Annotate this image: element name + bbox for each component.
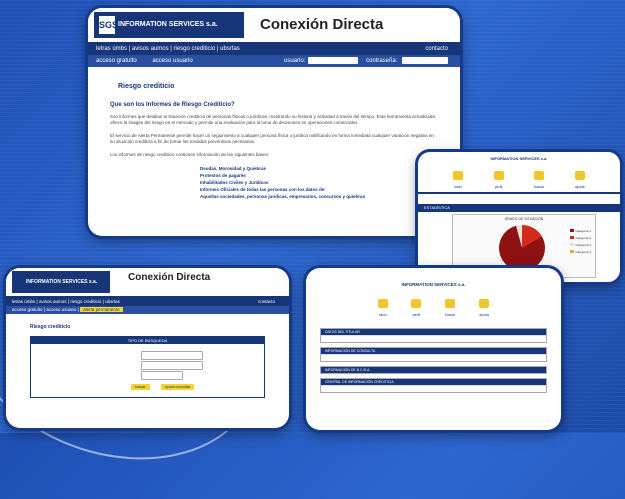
dashboard-window: INFORMATION SERVICES s.a. inicio perfil … [306,268,561,430]
nav-item[interactable]: avisos aumos [39,299,67,304]
top-nav: letras úmbs | avisos aumos | riesgo cred… [6,298,289,306]
search-icon[interactable]: buscar [445,295,456,317]
company-logo[interactable]: SGS INFORMATION SERVICES s.a. [94,12,244,38]
nav-item[interactable]: ubsrtas [220,46,240,52]
chart-title: GRADO DE SITUACIÓN [504,217,544,221]
profile-icon[interactable]: perfil [493,167,504,189]
dashboard-header: INFORMATION SERVICES s.a. inicio perfil … [306,268,561,324]
bases-list: Deudas, Morosidad y Quiebras Protestos d… [200,165,438,200]
nav-item[interactable]: riesgo crediticio [70,299,101,304]
list-item: Deudas, Morosidad y Quiebras [200,166,267,171]
form-header: INFORMATION SERVICES s.a. Conexión Direc… [6,268,289,298]
legend-item: Categoría 4 [570,250,591,254]
paragraph: Son informes que detallan la situación c… [110,114,435,125]
brand-title: Conexión Directa [128,272,211,283]
password-input[interactable] [402,57,448,64]
data-section: INFORMACIÓN DE CONSULTA [320,347,547,362]
main-header: SGS INFORMATION SERVICES s.a. Conexión D… [88,8,460,44]
list-item: Inhabilitados Civiles y Jurídicos [200,180,269,185]
help-icon[interactable]: ayuda [479,295,490,317]
chart-window: INFORMATION SERVICES s.a. inicio perfil … [418,152,620,282]
main-content: Riesgo crediticio Que son los Informes d… [88,67,460,206]
form-field-3[interactable] [141,371,183,380]
chart-logo-text: INFORMATION SERVICES s.a. [490,156,548,161]
chart-header: INFORMATION SERVICES s.a. inicio perfil … [418,152,620,194]
help-button[interactable]: ayuda consultas [161,384,195,390]
nav-item[interactable]: letras úmbs [96,46,127,52]
data-section: DATOS DEL TITULAR [320,328,547,343]
profile-icon[interactable]: perfil [411,295,422,317]
data-section: INFORMACIÓN DE B.C.R.A. [320,366,547,374]
access-user-link[interactable]: acceso usuario [46,307,76,312]
access-bar: acceso gratuito | acceso usuario | alert… [6,306,289,314]
usuario-input[interactable] [308,57,358,64]
nav-contact[interactable]: contacto [425,44,448,55]
list-item: Informes Oficiales de todas las personas… [200,187,326,192]
paragraph: El servicio de Alerta Permanente permite… [110,133,434,144]
chart-section-bar: ESTADÍSTICA [418,204,620,212]
form-window: INFORMATION SERVICES s.a. Conexión Direc… [6,268,289,428]
table-row[interactable] [321,335,546,342]
access-bar: acceso gratuito acceso usuario usuario: … [88,55,460,67]
help-icon[interactable]: ayuda [574,167,585,189]
nav-item[interactable]: ubsrtas [105,299,120,304]
table-row[interactable] [321,354,546,361]
list-item: Protestos de pagarés [200,173,246,178]
home-icon[interactable]: inicio [377,295,388,317]
legend-item: Categoría 3 [570,243,591,247]
nav-item[interactable]: avisos aumos [132,46,169,52]
pie-chart [499,225,545,271]
top-nav: letras úmbs | avisos aumos | riesgo cred… [88,44,460,55]
legend-item: Categoría 1 [570,229,591,233]
chart-legend: Categoría 1 Categoría 2 Categoría 3 Cate… [570,229,591,254]
data-section: CENTRAL DE INFORMACIÓN CREDITICIA [320,378,547,393]
nav-contact[interactable]: contacto [258,298,275,306]
password-label: contraseña: [366,58,398,64]
access-free-link[interactable]: acceso gratuito [96,58,137,64]
paragraph: Los informes de riesgo crediticio contie… [110,152,270,157]
section-title: Riesgo crediticio [118,83,175,90]
alert-tab[interactable]: alerta permanente [80,307,123,312]
search-form: TIPO DE BÚSQUEDA buscar ayuda consultas [30,336,265,398]
brand-title: Conexión Directa [260,16,384,33]
logo-text: INFORMATION SERVICES s.a. [26,279,98,285]
list-item: Aquellas sociedades, personas jurídicas,… [200,194,366,199]
logo-mark-icon: SGS [99,16,118,34]
nav-item[interactable]: letras úmbs [12,299,35,304]
dashboard-icon-row: inicio perfil buscar ayuda [306,295,561,317]
access-user-link[interactable]: acceso usuario [152,58,192,64]
main-window: SGS INFORMATION SERVICES s.a. Conexión D… [88,8,460,236]
nav-item[interactable]: riesgo crediticio [174,46,216,52]
logo-text: INFORMATION SERVICES s.a. [118,21,218,28]
form-field-2[interactable] [141,361,203,370]
search-icon[interactable]: buscar [533,167,544,189]
form-header-bar: TIPO DE BÚSQUEDA [31,337,264,344]
dashboard-logo-text: INFORMATION SERVICES s.a. [401,282,466,287]
company-logo[interactable]: INFORMATION SERVICES s.a. [12,271,110,293]
section-title: Riesgo crediticio [30,324,71,330]
home-icon[interactable]: inicio [453,167,464,189]
access-free-link[interactable]: acceso gratuito [12,307,43,312]
search-button[interactable]: buscar [131,384,150,390]
section-header: INFORMACIÓN DE B.C.R.A. [321,367,546,373]
question-heading: Que son los Informes de Riesgo Creditici… [110,102,235,108]
form-field-1[interactable] [141,351,203,360]
chart-icon-row: inicio perfil buscar ayuda [418,167,620,189]
table-row[interactable] [321,385,546,392]
legend-item: Categoría 2 [570,236,591,240]
usuario-label: usuario: [284,58,306,64]
